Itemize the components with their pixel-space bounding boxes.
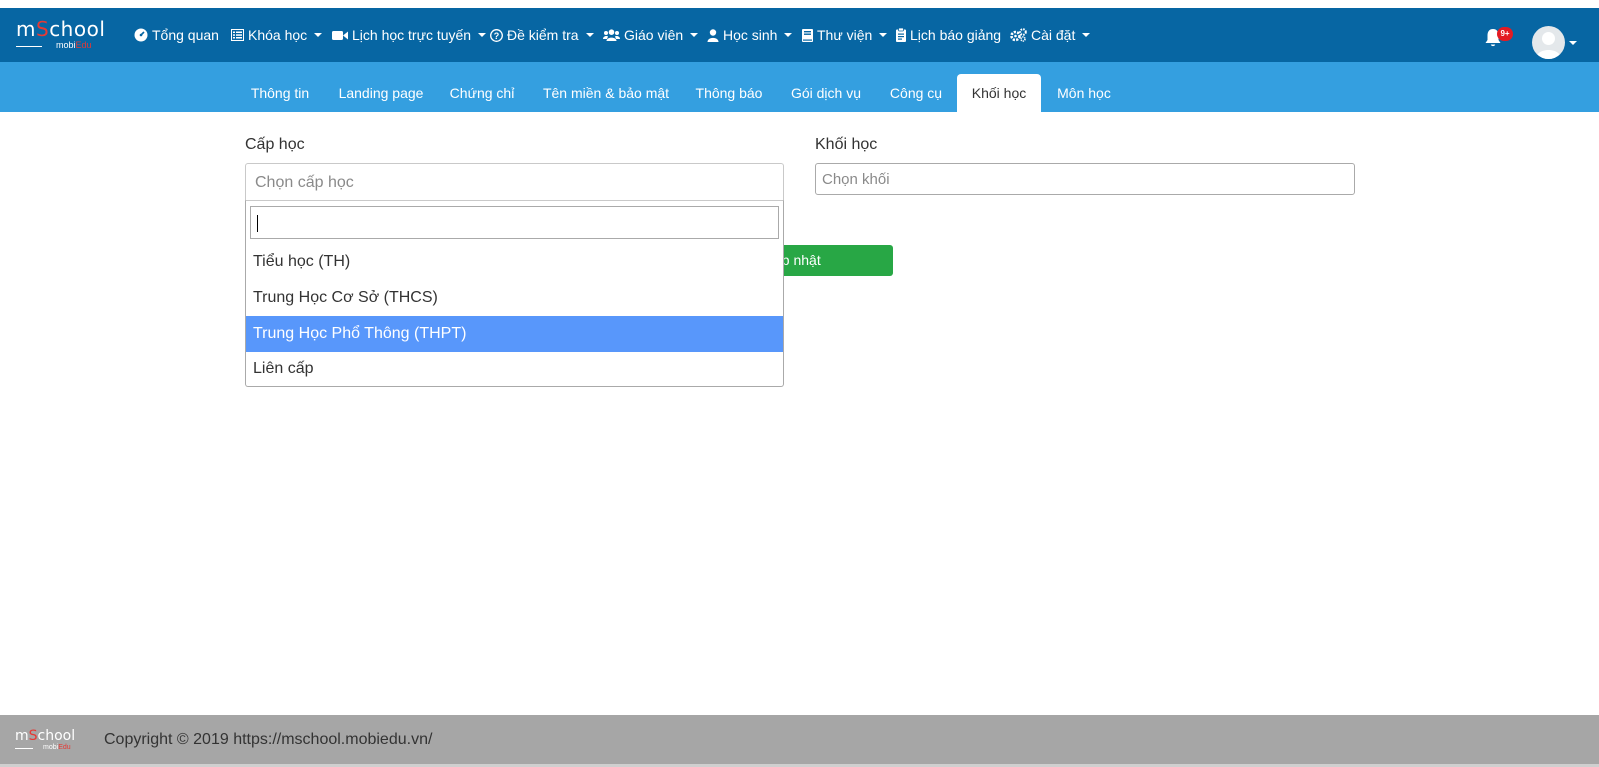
nav-item-label: Giáo viên — [624, 27, 684, 43]
nav-item-cai-dat[interactable]: Cài đặt — [1010, 16, 1091, 54]
tab-ten-mien-bao-mat[interactable]: Tên miền & bảo mật — [535, 74, 677, 112]
tab-chung-chi[interactable]: Chứng chỉ — [444, 74, 520, 112]
nav-item-giao-vien[interactable]: Giáo viên — [603, 16, 699, 54]
dropdown-search-input[interactable] — [250, 206, 779, 239]
nav-item-khoa-hoc[interactable]: Khóa học — [231, 16, 323, 54]
nav-item-label: Khóa học — [248, 27, 308, 43]
nav-item-lich-hoc-truc-tuyen[interactable]: Lịch học trực tuyến — [332, 16, 487, 54]
user-icon — [707, 28, 719, 42]
dashboard-icon — [134, 28, 148, 42]
khoi-hoc-placeholder: Chọn khối — [822, 171, 890, 188]
svg-text:?: ? — [494, 30, 500, 40]
footer: mSchool mobiEdu Copyright © 2019 https:/… — [0, 715, 1599, 767]
nav-item-label: Lịch báo giảng — [910, 27, 1002, 43]
nav-item-hoc-sinh[interactable]: Học sinh — [707, 16, 793, 54]
logo-underline — [16, 46, 42, 47]
tab-goi-dich-vu[interactable]: Gói dịch vụ — [783, 74, 869, 112]
nav-item-label: Đề kiểm tra — [507, 27, 579, 43]
nav-item-de-kiem-tra[interactable]: ? Đề kiểm tra — [490, 16, 594, 54]
chevron-down-icon[interactable] — [1569, 41, 1577, 45]
tab-cong-cu[interactable]: Công cụ — [883, 74, 949, 112]
user-avatar[interactable] — [1532, 26, 1565, 59]
copyright-text: Copyright © 2019 https://mschool.mobiedu… — [104, 731, 433, 748]
cap-hoc-select[interactable]: Chọn cấp học — [245, 163, 784, 201]
users-icon — [603, 29, 620, 41]
cap-hoc-dropdown: Tiểu học (TH) Trung Học Cơ Sở (THCS) Tru… — [245, 200, 784, 387]
avatar-placeholder-icon — [1536, 32, 1561, 59]
tab-thong-bao[interactable]: Thông báo — [690, 74, 768, 112]
tab-mon-hoc[interactable]: Môn học — [1050, 74, 1118, 112]
mschool-logo[interactable]: mSchool mobiEdu — [16, 18, 112, 52]
chevron-down-icon — [585, 33, 594, 37]
book-icon — [802, 28, 813, 42]
main-navbar: mSchool mobiEdu Tổng quan Khóa học Lịch … — [0, 8, 1599, 62]
nav-item-label: Cài đặt — [1031, 27, 1076, 43]
dropdown-option[interactable]: Tiểu học (TH) — [246, 244, 783, 280]
nav-item-lich-bao-giang[interactable]: Lịch báo giảng — [896, 16, 1001, 54]
tab-khoi-hoc[interactable]: Khối học — [957, 74, 1041, 112]
gears-icon — [1010, 28, 1027, 42]
dropdown-option[interactable]: Liên cấp — [246, 351, 783, 387]
chevron-down-icon — [1082, 33, 1091, 37]
notification-badge: 9+ — [1497, 27, 1513, 41]
video-icon — [332, 30, 348, 40]
dropdown-option[interactable]: Trung Học Cơ Sở (THCS) — [246, 280, 783, 316]
cap-hoc-placeholder: Chọn cấp học — [255, 174, 354, 191]
cap-hoc-label: Cấp học — [245, 136, 305, 153]
nav-item-thu-vien[interactable]: Thư viện — [802, 16, 888, 54]
settings-tabs-bar: Thông tin Landing page Chứng chỉ Tên miề… — [0, 62, 1599, 112]
khoi-hoc-label: Khối học — [815, 136, 878, 153]
chevron-down-icon — [478, 33, 487, 37]
chevron-down-icon — [314, 33, 323, 37]
logo-wordmark: mSchool — [16, 17, 106, 41]
chevron-down-icon — [784, 33, 793, 37]
chevron-down-icon — [879, 33, 888, 37]
khoi-hoc-select[interactable]: Chọn khối — [815, 163, 1355, 195]
top-strip — [0, 0, 1599, 8]
tab-landing-page[interactable]: Landing page — [331, 74, 431, 112]
chevron-down-icon — [690, 33, 699, 37]
footer-logo-underline — [15, 748, 33, 749]
footer-logo: mSchool mobiEdu — [15, 729, 81, 753]
clipboard-icon — [896, 28, 906, 42]
nav-item-label: Thư viện — [817, 27, 873, 43]
nav-item-tong-quan[interactable]: Tổng quan — [134, 16, 219, 54]
tab-thong-tin[interactable]: Thông tin — [243, 74, 317, 112]
footer-logo-wordmark: mSchool — [15, 728, 76, 744]
nav-item-label: Lịch học trực tuyến — [352, 27, 472, 43]
dropdown-option-highlighted[interactable]: Trung Học Phổ Thông (THPT) — [246, 316, 783, 352]
nav-item-label: Tổng quan — [152, 27, 219, 43]
logo-subtext: mobiEdu — [56, 40, 92, 50]
list-icon — [231, 29, 244, 41]
question-icon: ? — [490, 28, 503, 42]
footer-logo-subtext: mobiEdu — [43, 744, 71, 751]
nav-item-label: Học sinh — [723, 27, 778, 43]
text-cursor — [257, 215, 258, 232]
